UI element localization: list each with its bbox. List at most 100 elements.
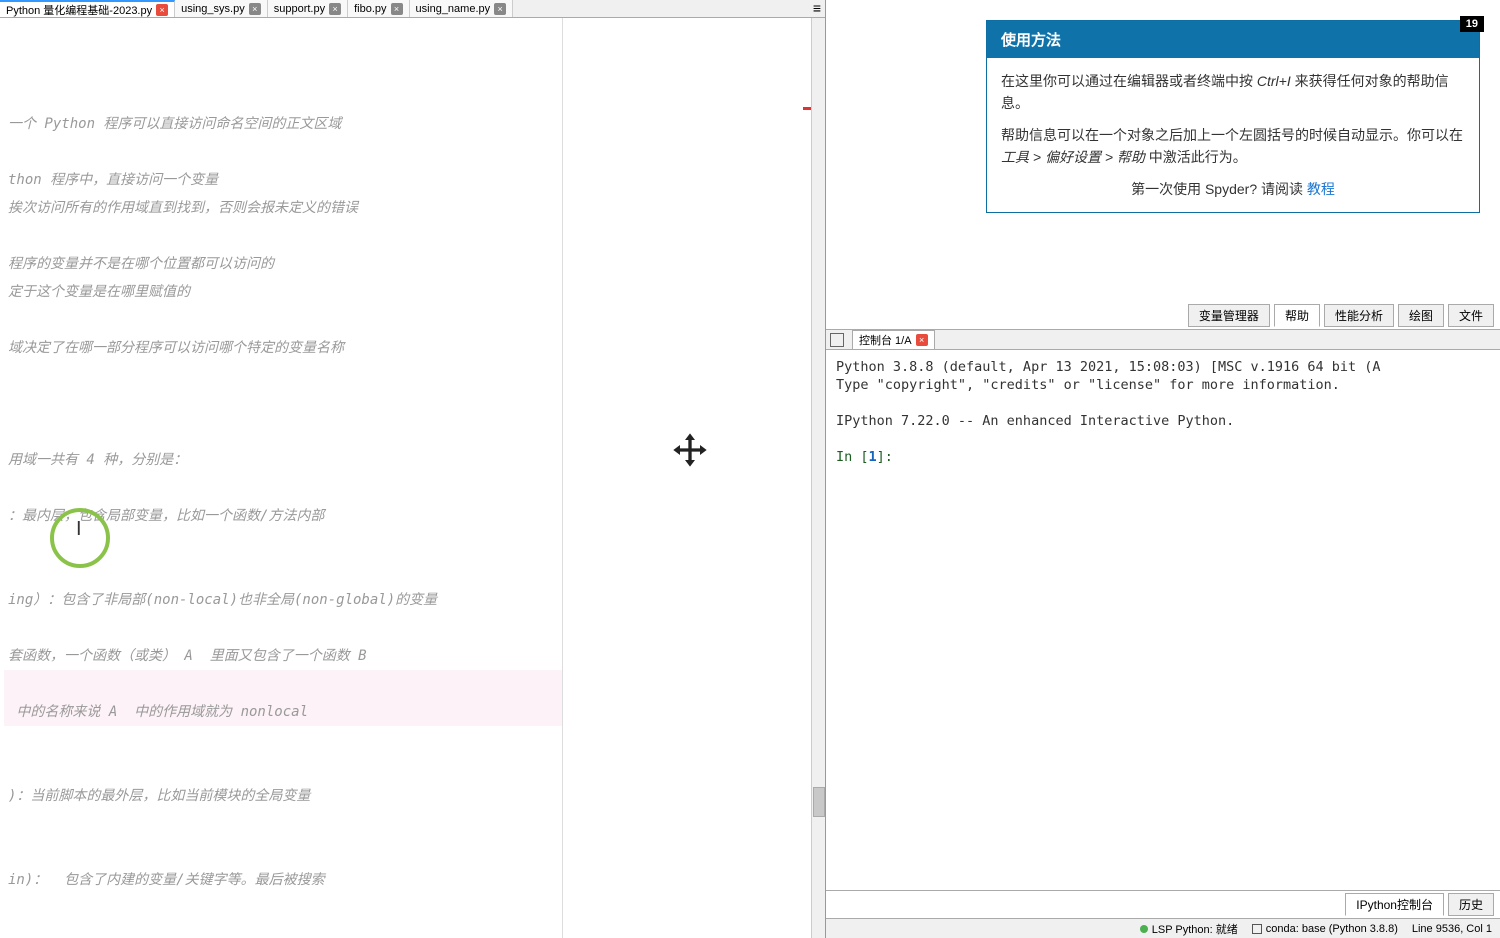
- code-line[interactable]: [4, 26, 562, 54]
- console-panel: 控制台 1/A × Python 3.8.8 (default, Apr 13 …: [826, 330, 1500, 918]
- text-cursor-icon: I: [76, 518, 82, 541]
- right-panel: 使用方法 19 在这里你可以通过在编辑器或者终端中按 Ctrl+I 来获得任何对…: [826, 0, 1500, 938]
- editor-tab-label: using_sys.py: [181, 3, 245, 15]
- console-line: IPython 7.22.0 -- An enhanced Interactiv…: [836, 413, 1234, 429]
- help-card: 使用方法 19 在这里你可以通过在编辑器或者终端中按 Ctrl+I 来获得任何对…: [986, 20, 1480, 213]
- editor-tab-3[interactable]: fibo.py ×: [348, 0, 409, 17]
- code-line[interactable]: [4, 614, 562, 642]
- code-line[interactable]: 挨次访问所有的作用域直到找到，否则会报未定义的错误: [4, 194, 562, 222]
- help-title: 使用方法 19: [987, 21, 1479, 58]
- code-line[interactable]: 套函数，一个函数（或类） A 里面又包含了一个函数 B: [4, 642, 562, 670]
- tabs-menu-icon[interactable]: ≡: [809, 0, 825, 17]
- close-icon[interactable]: ×: [916, 334, 928, 346]
- code-line[interactable]: [4, 838, 562, 866]
- status-lsp-text: LSP Python: 就绪: [1152, 921, 1238, 937]
- conda-icon: [1252, 924, 1262, 934]
- error-marker: [803, 107, 811, 110]
- help-p1a: 在这里你可以通过在编辑器或者终端中按: [1001, 73, 1257, 89]
- help-pref-path: 工具 > 偏好设置 > 帮助: [1001, 149, 1145, 165]
- console-tab-label: 控制台 1/A: [859, 332, 912, 348]
- tab-variable-explorer[interactable]: 变量管理器: [1188, 304, 1270, 327]
- help-panel: 使用方法 19 在这里你可以通过在编辑器或者终端中按 Ctrl+I 来获得任何对…: [826, 0, 1500, 330]
- code-line[interactable]: )：当前脚本的最外层，比如当前模块的全局变量: [4, 782, 562, 810]
- code-line[interactable]: [4, 810, 562, 838]
- code-line[interactable]: [4, 530, 562, 558]
- editor-tab-label: using_name.py: [416, 3, 491, 15]
- console-pane-tabs: IPython控制台 历史: [826, 890, 1500, 918]
- tab-ipython-console[interactable]: IPython控制台: [1345, 893, 1444, 916]
- code-line[interactable]: ：最内层，包含局部变量，比如一个函数/方法内部: [4, 502, 562, 530]
- code-line[interactable]: [4, 138, 562, 166]
- code-line[interactable]: [4, 306, 562, 334]
- code-line[interactable]: [4, 82, 562, 110]
- code-line[interactable]: [4, 474, 562, 502]
- close-icon[interactable]: ×: [494, 3, 506, 15]
- code-line[interactable]: 用域一共有 4 种，分别是：: [4, 446, 562, 474]
- help-body: 在这里你可以通过在编辑器或者终端中按 Ctrl+I 来获得任何对象的帮助信息。 …: [987, 58, 1479, 212]
- editor-tab-label: fibo.py: [354, 3, 386, 15]
- move-cursor-icon: [670, 430, 710, 479]
- help-p2b: 中激活此行为。: [1145, 149, 1247, 165]
- code-line[interactable]: [4, 222, 562, 250]
- editor-tab-2[interactable]: support.py ×: [268, 0, 348, 17]
- console-line: Type "copyright", "credits" or "license"…: [836, 377, 1340, 393]
- status-bar: LSP Python: 就绪 conda: base (Python 3.8.8…: [826, 918, 1500, 938]
- code-line[interactable]: [4, 754, 562, 782]
- code-line[interactable]: 一个 Python 程序可以直接访问命名空间的正文区域: [4, 110, 562, 138]
- editor-body[interactable]: 一个 Python 程序可以直接访问命名空间的正文区域 thon 程序中，直接访…: [0, 18, 825, 938]
- code-editor[interactable]: 一个 Python 程序可以直接访问命名空间的正文区域 thon 程序中，直接访…: [0, 18, 562, 938]
- close-icon[interactable]: ×: [156, 4, 168, 16]
- code-line[interactable]: [4, 54, 562, 82]
- close-icon[interactable]: ×: [329, 3, 341, 15]
- console-prompt-in: In [: [836, 449, 869, 465]
- editor-tab-bar: Python 量化编程基础-2023.py × using_sys.py × s…: [0, 0, 825, 18]
- code-line[interactable]: [4, 922, 562, 938]
- editor-panel: Python 量化编程基础-2023.py × using_sys.py × s…: [0, 0, 826, 938]
- code-line[interactable]: [4, 558, 562, 586]
- code-line[interactable]: [4, 726, 562, 754]
- code-line[interactable]: ing）：包含了非局部(non-local)也非全局(non-global)的变…: [4, 586, 562, 614]
- console-output[interactable]: Python 3.8.8 (default, Apr 13 2021, 15:0…: [826, 350, 1500, 890]
- editor-tab-4[interactable]: using_name.py ×: [410, 0, 514, 17]
- code-line[interactable]: 域决定了在哪一部分程序可以访问哪个特定的变量名称: [4, 334, 562, 362]
- close-icon[interactable]: ×: [249, 3, 261, 15]
- console-tab-1[interactable]: 控制台 1/A ×: [852, 330, 935, 350]
- code-line[interactable]: 中的名称来说 A 中的作用域就为 nonlocal: [4, 698, 562, 726]
- code-line[interactable]: [4, 670, 562, 698]
- help-p3a: 第一次使用 Spyder? 请阅读: [1131, 181, 1307, 197]
- help-pane-tabs: 变量管理器 帮助 性能分析 绘图 文件: [826, 302, 1500, 329]
- console-tab-bar: 控制台 1/A ×: [826, 330, 1500, 350]
- tab-plots[interactable]: 绘图: [1398, 304, 1444, 327]
- code-line[interactable]: in)： 包含了内建的变量/关键字等。最后被搜索: [4, 866, 562, 894]
- code-line[interactable]: [4, 418, 562, 446]
- tutorial-link[interactable]: 教程: [1307, 181, 1335, 197]
- status-cursor-pos[interactable]: Line 9536, Col 1: [1412, 923, 1492, 935]
- help-title-text: 使用方法: [1001, 32, 1061, 49]
- code-line[interactable]: 程序的变量并不是在哪个位置都可以访问的: [4, 250, 562, 278]
- code-line[interactable]: thon 程序中，直接访问一个变量: [4, 166, 562, 194]
- status-lsp[interactable]: LSP Python: 就绪: [1140, 921, 1238, 937]
- help-p2a: 帮助信息可以在一个对象之后加上一个左圆括号的时候自动显示。你可以在: [1001, 127, 1463, 143]
- tab-profiler[interactable]: 性能分析: [1324, 304, 1394, 327]
- help-badge: 19: [1460, 16, 1484, 32]
- close-icon[interactable]: ×: [391, 3, 403, 15]
- editor-tab-label: Python 量化编程基础-2023.py: [6, 2, 152, 18]
- console-line: Python 3.8.8 (default, Apr 13 2021, 15:0…: [836, 359, 1381, 375]
- tab-files[interactable]: 文件: [1448, 304, 1494, 327]
- editor-tab-0[interactable]: Python 量化编程基础-2023.py ×: [0, 0, 175, 17]
- status-conda[interactable]: conda: base (Python 3.8.8): [1252, 923, 1398, 935]
- console-prompt-close: ]:: [877, 449, 901, 465]
- help-shortcut: Ctrl+I: [1257, 73, 1291, 89]
- tab-history[interactable]: 历史: [1448, 893, 1494, 916]
- tab-help[interactable]: 帮助: [1274, 304, 1320, 327]
- console-prompt-num: 1: [869, 449, 877, 465]
- code-line[interactable]: [4, 390, 562, 418]
- code-line[interactable]: [4, 894, 562, 922]
- code-line[interactable]: 定于这个变量是在哪里赋值的: [4, 278, 562, 306]
- editor-scrollbar[interactable]: [811, 18, 825, 938]
- status-conda-text: conda: base (Python 3.8.8): [1266, 923, 1398, 935]
- editor-tab-1[interactable]: using_sys.py ×: [175, 0, 268, 17]
- new-console-icon[interactable]: [830, 333, 844, 347]
- status-dot-icon: [1140, 925, 1148, 933]
- code-line[interactable]: [4, 362, 562, 390]
